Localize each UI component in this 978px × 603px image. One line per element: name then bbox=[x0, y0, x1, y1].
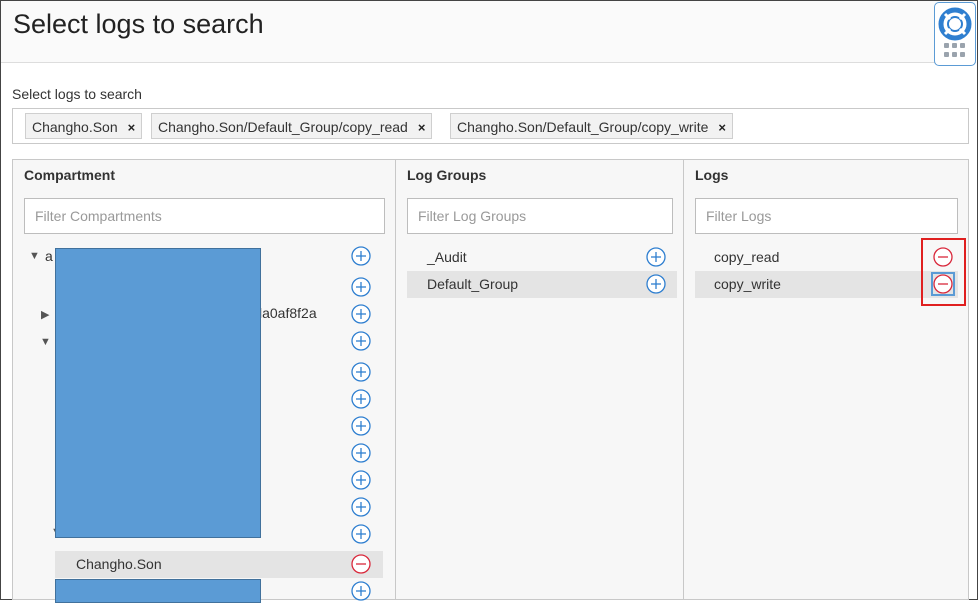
remove-chip-button[interactable]: × bbox=[128, 120, 136, 135]
logs-panel: Logs copy_read copy_write bbox=[683, 159, 969, 600]
log-group-label: _Audit bbox=[427, 249, 467, 265]
tree-item-label: Changho.Son bbox=[76, 556, 162, 572]
logs-title: Logs bbox=[695, 167, 729, 183]
help-widget[interactable] bbox=[934, 2, 976, 66]
caret-right-icon[interactable]: ▶ bbox=[41, 308, 49, 321]
add-icon[interactable] bbox=[351, 304, 371, 324]
add-icon[interactable] bbox=[351, 389, 371, 409]
add-icon[interactable] bbox=[646, 247, 666, 267]
redaction-block bbox=[55, 248, 261, 538]
filter-log-groups-input[interactable] bbox=[407, 198, 673, 234]
filter-logs-input[interactable] bbox=[695, 198, 958, 234]
select-logs-label: Select logs to search bbox=[12, 86, 142, 102]
compartment-panel: Compartment ▼ a ▶ la0af8f2a ▼ ▼ or Chang… bbox=[12, 159, 396, 603]
log-label: copy_write bbox=[714, 276, 781, 292]
chip-copy-write: Changho.Son/Default_Group/copy_write × bbox=[450, 113, 733, 139]
remove-chip-button[interactable]: × bbox=[718, 120, 726, 135]
lifebuoy-icon[interactable] bbox=[938, 7, 972, 41]
log-item-selected[interactable]: copy_write bbox=[695, 271, 958, 298]
add-icon[interactable] bbox=[351, 416, 371, 436]
chip-label: Changho.Son/Default_Group/copy_read bbox=[158, 119, 408, 135]
highlight-annotation bbox=[921, 238, 966, 306]
log-groups-panel: Log Groups _Audit Default_Group bbox=[395, 159, 684, 600]
add-icon[interactable] bbox=[351, 497, 371, 517]
chip-label: Changho.Son/Default_Group/copy_write bbox=[457, 119, 709, 135]
log-group-item[interactable]: _Audit bbox=[407, 244, 673, 271]
tree-item-label[interactable]: a bbox=[45, 243, 53, 270]
add-icon[interactable] bbox=[351, 524, 371, 544]
add-icon[interactable] bbox=[351, 470, 371, 490]
add-icon[interactable] bbox=[351, 331, 371, 351]
log-item[interactable]: copy_read bbox=[695, 244, 958, 271]
page-title: Select logs to search bbox=[13, 9, 264, 39]
tree-item-selected[interactable]: Changho.Son bbox=[55, 551, 383, 578]
add-icon[interactable] bbox=[351, 277, 371, 297]
add-icon[interactable] bbox=[351, 581, 371, 601]
caret-down-icon[interactable]: ▼ bbox=[29, 250, 40, 262]
add-icon[interactable] bbox=[351, 362, 371, 382]
chip-changho-son: Changho.Son × bbox=[25, 113, 143, 139]
filter-compartments-input[interactable] bbox=[24, 198, 385, 234]
add-icon[interactable] bbox=[351, 443, 371, 463]
remove-chip-button[interactable]: × bbox=[418, 120, 426, 135]
redaction-block bbox=[55, 579, 261, 603]
tree-item-label[interactable]: la0af8f2a bbox=[259, 300, 317, 327]
selected-logs-field[interactable]: Changho.Son × Changho.Son/Default_Group/c… bbox=[12, 108, 969, 144]
chip-label: Changho.Son bbox=[32, 119, 118, 135]
log-groups-title: Log Groups bbox=[407, 167, 487, 183]
log-group-label: Default_Group bbox=[427, 276, 519, 292]
compartment-title: Compartment bbox=[24, 167, 116, 183]
log-label: copy_read bbox=[714, 249, 780, 265]
app-grid-icon[interactable] bbox=[944, 43, 966, 59]
header: Select logs to search bbox=[1, 1, 976, 63]
log-group-item-selected[interactable]: Default_Group bbox=[407, 271, 677, 298]
add-icon[interactable] bbox=[646, 274, 666, 294]
caret-down-icon[interactable]: ▼ bbox=[40, 336, 51, 348]
add-icon[interactable] bbox=[351, 246, 371, 266]
remove-icon[interactable] bbox=[351, 554, 371, 574]
chip-copy-read: Changho.Son/Default_Group/copy_read × bbox=[151, 113, 433, 139]
